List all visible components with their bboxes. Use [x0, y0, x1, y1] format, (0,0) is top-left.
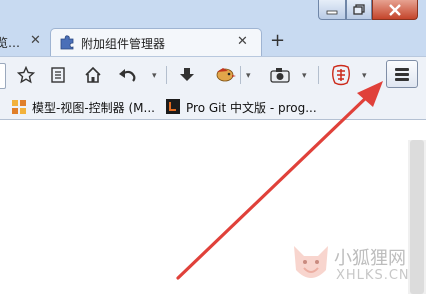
watermark-subtext: XHLKS.CN — [336, 268, 410, 283]
watermark-text: 小狐狸网 — [334, 248, 406, 269]
fox-watermark-icon — [294, 246, 328, 278]
